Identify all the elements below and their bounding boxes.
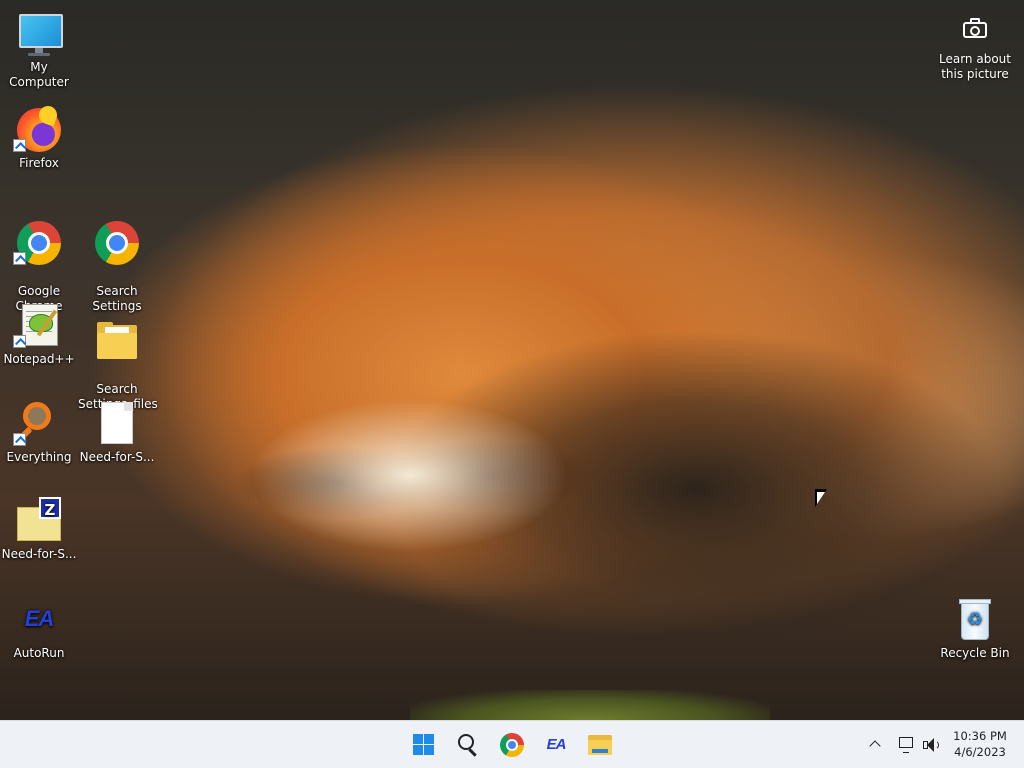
- desktop-icon-label: Recycle Bin: [940, 646, 1010, 660]
- desktop-icon-firefox[interactable]: Firefox: [0, 103, 78, 171]
- zip-folder-icon: Z: [15, 497, 63, 545]
- ea-icon: EA: [24, 606, 55, 631]
- taskbar-clock[interactable]: 10:36 PM 4/6/2023: [948, 728, 1012, 760]
- desktop-icon-label: Everything: [6, 450, 72, 464]
- file-icon: [93, 400, 141, 448]
- camera-icon: [963, 18, 987, 38]
- desktop-icon-label: Need-for-S...: [1, 547, 77, 561]
- firefox-icon: [13, 103, 63, 154]
- wallpaper-moss: [410, 690, 770, 720]
- volume-button[interactable]: [921, 733, 943, 757]
- taskbar-search-button[interactable]: [452, 729, 484, 761]
- desktop-icon-label: Firefox: [19, 156, 59, 170]
- desktop-icon-recycle-bin[interactable]: ♻ Recycle Bin: [936, 596, 1014, 661]
- network-button[interactable]: [897, 733, 917, 757]
- learn-about-line1: Learn about: [939, 52, 1011, 66]
- taskbar-ea-button[interactable]: EA: [540, 729, 572, 761]
- desktop-icon-need-for-s-file[interactable]: Need-for-S...: [78, 400, 156, 465]
- desktop-icon-everything[interactable]: Everything: [0, 400, 78, 465]
- monitor-icon: [15, 10, 63, 58]
- chrome-icon: [93, 219, 141, 267]
- taskbar-chrome-button[interactable]: [496, 729, 528, 761]
- clock-time: 10:36 PM: [953, 729, 1007, 743]
- learn-about-line2: this picture: [941, 67, 1009, 81]
- start-button[interactable]: [408, 729, 440, 761]
- learn-about-this-picture[interactable]: Learn about this picture: [935, 14, 1015, 82]
- shortcut-arrow-icon: [13, 335, 26, 348]
- desktop-icon-label: Need-for-S...: [79, 450, 155, 464]
- shortcut-arrow-icon: [13, 433, 26, 446]
- chevron-up-icon: [869, 740, 881, 752]
- shortcut-arrow-icon: [13, 139, 26, 152]
- desktop-icon-my-computer[interactable]: My Computer: [0, 10, 78, 90]
- desktop-icon-need-for-s-archive[interactable]: Z Need-for-S...: [0, 497, 78, 562]
- clock-date: 4/6/2023: [954, 745, 1006, 759]
- desktop-icon-label: Notepad++: [3, 352, 75, 366]
- ea-icon: EA: [546, 736, 567, 753]
- folder-icon: [93, 317, 141, 365]
- taskbar: EA 10:36 PM 4/6/2023: [0, 720, 1024, 768]
- desktop-icon-notepadpp[interactable]: Notepad++: [0, 302, 78, 367]
- taskbar-file-explorer-button[interactable]: [584, 729, 616, 761]
- windows-logo-icon: [412, 733, 436, 757]
- show-hidden-icons-button[interactable]: [866, 733, 884, 757]
- chrome-icon: [13, 219, 63, 267]
- desktop-icon-label: AutoRun: [13, 646, 65, 660]
- desktop-icon-autorun[interactable]: EA AutoRun: [0, 596, 78, 661]
- everything-icon: [13, 400, 63, 448]
- desktop-wallpaper: My Computer Firefox Google Chrome Search…: [0, 0, 1024, 720]
- recycle-bin-icon: ♻: [951, 596, 999, 644]
- desktop-icon-label: My Computer: [9, 60, 69, 89]
- shortcut-arrow-icon: [13, 252, 26, 265]
- notepadpp-icon: [13, 302, 63, 350]
